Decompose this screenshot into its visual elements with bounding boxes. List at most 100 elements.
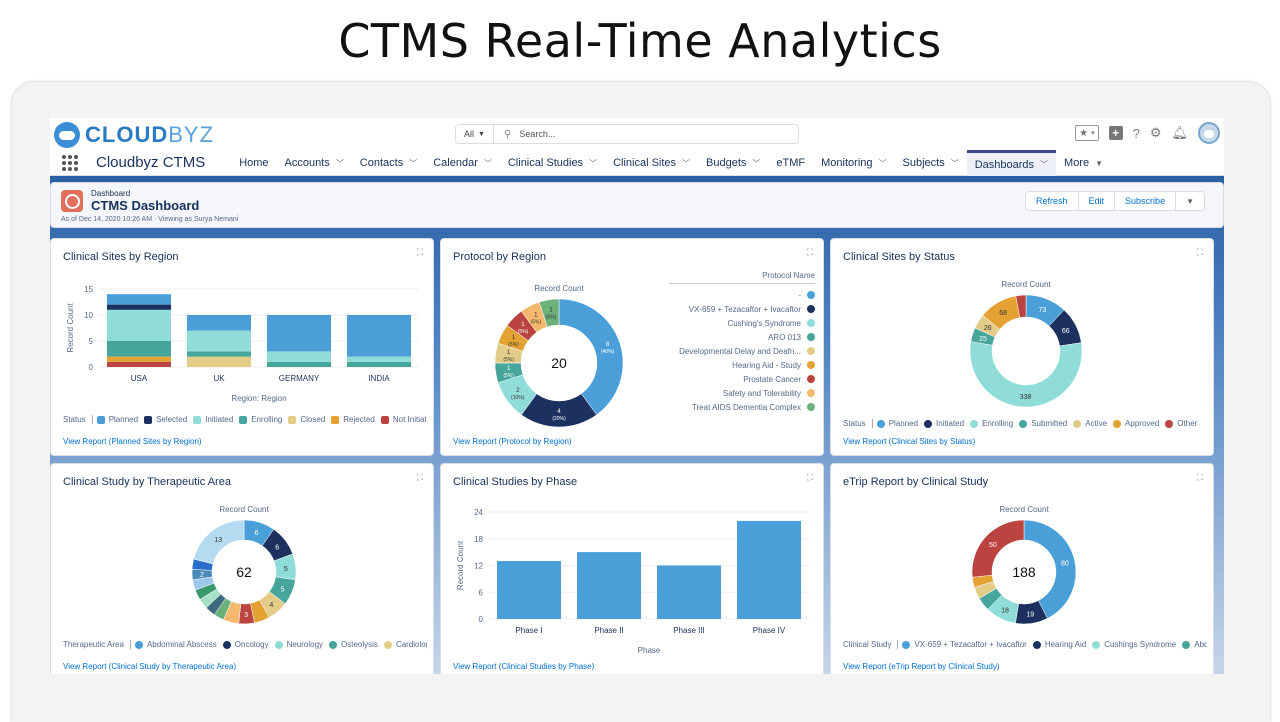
- bar-segment[interactable]: [347, 361, 411, 367]
- nav-item-clinical-sites[interactable]: Clinical Sites ﹀: [605, 150, 698, 176]
- legend-item[interactable]: Treat AIDS Dementia Complex: [669, 400, 815, 414]
- chevron-down-icon[interactable]: ﹀: [682, 158, 690, 169]
- legend-item[interactable]: Abdo: [1182, 640, 1207, 649]
- search-scope-select[interactable]: All ▼: [456, 125, 494, 143]
- search-input[interactable]: Search...: [519, 129, 555, 139]
- legend-item[interactable]: Hearing Aid - Study: [669, 358, 815, 372]
- bar-segment[interactable]: [107, 294, 171, 305]
- bar-segment[interactable]: [187, 330, 251, 352]
- bar-segment[interactable]: [267, 351, 331, 362]
- expand-icon[interactable]: ⛶: [807, 247, 813, 258]
- expand-icon[interactable]: ⛶: [1197, 472, 1203, 483]
- legend-item[interactable]: Cushings Syndrome: [1092, 640, 1176, 649]
- legend-item[interactable]: Planned: [96, 415, 138, 424]
- view-report-link[interactable]: View Report (Protocol by Region): [453, 437, 572, 446]
- legend-item[interactable]: Selected: [144, 415, 187, 424]
- view-report-link[interactable]: View Report (eTrip Report by Clinical St…: [843, 662, 1000, 671]
- bar-segment[interactable]: [107, 356, 171, 362]
- nav-item-home[interactable]: Home: [231, 150, 276, 176]
- bar[interactable]: [497, 561, 561, 619]
- legend-item[interactable]: Approved: [1113, 419, 1159, 428]
- caret-down-icon[interactable]: ▼: [1095, 159, 1103, 168]
- nav-item-budgets[interactable]: Budgets ﹀: [698, 150, 768, 176]
- legend-item[interactable]: VX-659 + Tezacaftor + Ivacaftor: [902, 640, 1027, 649]
- chevron-down-icon[interactable]: ﹀: [1040, 159, 1048, 170]
- bar[interactable]: [657, 565, 721, 620]
- bar-segment[interactable]: [187, 351, 251, 357]
- global-actions-button[interactable]: +: [1108, 126, 1123, 140]
- bar-segment[interactable]: [187, 315, 251, 331]
- nav-item-clinical-studies[interactable]: Clinical Studies ﹀: [500, 150, 605, 176]
- chevron-down-icon[interactable]: ﹀: [336, 158, 344, 169]
- nav-item-more[interactable]: More ▼: [1056, 150, 1111, 176]
- legend-item[interactable]: Submitted: [1019, 419, 1067, 428]
- legend-item[interactable]: Other: [1165, 419, 1197, 428]
- bar-segment[interactable]: [107, 341, 171, 357]
- legend-item[interactable]: Enrolling: [970, 419, 1013, 428]
- bar-segment[interactable]: [267, 361, 331, 367]
- legend-item[interactable]: Developmental Delay and Deafn...: [669, 344, 815, 358]
- legend-item[interactable]: Oncology: [222, 640, 269, 649]
- bar-segment[interactable]: [267, 315, 331, 352]
- brand-logo[interactable]: CLOUDBYZ: [54, 122, 214, 148]
- expand-icon[interactable]: ⛶: [417, 247, 423, 258]
- view-report-link[interactable]: View Report (Clinical Studies by Phase): [453, 662, 594, 671]
- legend-item[interactable]: Neurology: [274, 640, 323, 649]
- bar-segment[interactable]: [187, 356, 251, 367]
- view-report-link[interactable]: View Report (Planned Sites by Region): [63, 437, 202, 446]
- chevron-down-icon[interactable]: ﹀: [484, 158, 492, 169]
- legend-item[interactable]: Initiated: [193, 415, 233, 424]
- global-search[interactable]: All ▼ ⚲ Search...: [455, 124, 799, 144]
- nav-item-monitoring[interactable]: Monitoring ﹀: [813, 150, 894, 176]
- more-actions-button[interactable]: ▼: [1176, 192, 1204, 210]
- app-launcher-icon[interactable]: [62, 154, 78, 171]
- bar-segment[interactable]: [107, 361, 171, 367]
- legend-item[interactable]: -: [669, 288, 815, 302]
- view-report-link[interactable]: View Report (Clinical Study by Therapeut…: [63, 662, 236, 671]
- legend-item[interactable]: Enrolling: [239, 415, 282, 424]
- bar-segment[interactable]: [347, 315, 411, 357]
- bar-segment[interactable]: [107, 309, 171, 341]
- legend-item[interactable]: ARO 013: [669, 330, 815, 344]
- bar-segment[interactable]: [107, 304, 171, 310]
- legend-item[interactable]: Not Initiated: [380, 415, 427, 424]
- legend-item[interactable]: Safety and Tolerability: [669, 386, 815, 400]
- legend-item[interactable]: Initiated: [924, 419, 964, 428]
- edit-button[interactable]: Edit: [1079, 192, 1116, 210]
- refresh-button[interactable]: Refresh: [1026, 192, 1079, 210]
- bar[interactable]: [577, 552, 641, 619]
- nav-item-etmf[interactable]: eTMF: [768, 150, 813, 176]
- help-icon[interactable]: ?: [1133, 126, 1140, 141]
- legend-item[interactable]: VX-659 + Tezacaftor + Ivacaftor: [669, 302, 815, 316]
- subscribe-button[interactable]: Subscribe: [1115, 192, 1177, 210]
- expand-icon[interactable]: ⛶: [1197, 247, 1203, 258]
- gear-icon[interactable]: ⚙: [1150, 125, 1162, 141]
- legend-item[interactable]: Cushing's Syndrome: [669, 316, 815, 330]
- bar-segment[interactable]: [347, 356, 411, 362]
- nav-item-subjects[interactable]: Subjects ﹀: [895, 150, 967, 176]
- view-report-link[interactable]: View Report (Clinical Sites by Status): [843, 437, 975, 446]
- nav-item-calendar[interactable]: Calendar ﹀: [425, 150, 500, 176]
- expand-icon[interactable]: ⛶: [417, 472, 423, 483]
- chevron-down-icon[interactable]: ﹀: [409, 158, 417, 169]
- nav-item-dashboards[interactable]: Dashboards ﹀: [966, 150, 1057, 176]
- pie-slice[interactable]: [558, 298, 624, 416]
- nav-item-contacts[interactable]: Contacts ﹀: [352, 150, 425, 176]
- legend-item[interactable]: Active: [1073, 419, 1107, 428]
- chevron-down-icon[interactable]: ﹀: [951, 158, 959, 169]
- legend-item[interactable]: Abdominal Abscess: [134, 640, 217, 649]
- legend-item[interactable]: Closed: [288, 415, 325, 424]
- expand-icon[interactable]: ⛶: [807, 472, 813, 483]
- legend-item[interactable]: Planned: [876, 419, 918, 428]
- legend-item[interactable]: Rejected: [331, 415, 375, 424]
- legend-item[interactable]: Hearing Aid: [1032, 640, 1086, 649]
- legend-item[interactable]: Osteolysis: [329, 640, 378, 649]
- legend-item[interactable]: Prostate Cancer: [669, 372, 815, 386]
- chevron-down-icon[interactable]: ﹀: [752, 158, 760, 169]
- favorites-button[interactable]: ★ ▾: [1075, 125, 1099, 141]
- legend-item[interactable]: Cardiology: [383, 640, 427, 649]
- avatar[interactable]: [1198, 122, 1220, 144]
- bell-icon[interactable]: 🔔︎: [1171, 125, 1188, 141]
- bar[interactable]: [737, 520, 801, 619]
- chevron-down-icon[interactable]: ﹀: [879, 158, 887, 169]
